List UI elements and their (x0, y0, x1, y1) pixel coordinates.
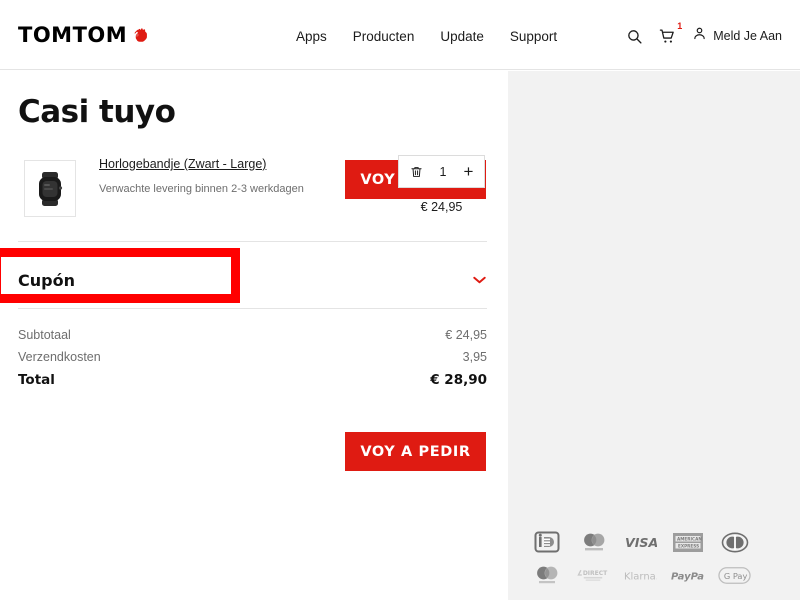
header-actions: 1 Meld Je Aan (626, 21, 782, 46)
svg-text:Klarna.: Klarna. (624, 571, 657, 582)
ideal-icon (530, 531, 563, 553)
coupon-label: Cupón (18, 270, 75, 290)
increase-quantity-button[interactable]: + (460, 163, 478, 180)
nav-item-update[interactable]: Update (440, 29, 484, 44)
payment-methods: VISA AMERICAN EXPRESS DIRECT Klarna. Pay… (530, 531, 760, 597)
cart-icon[interactable]: 1 (659, 21, 682, 45)
order-totals: Subtotaal € 24,95 Verzendkosten 3,95 Tot… (18, 328, 487, 396)
subtotal-label: Subtotaal (18, 328, 71, 342)
quantity-value: 1 (439, 164, 447, 179)
payment-methods-row-2: DIRECT Klarna. PayPal G Pay (530, 564, 760, 586)
visa-icon: VISA (624, 531, 657, 553)
subtotal-value: € 24,95 (445, 328, 487, 342)
maestro-icon (530, 564, 563, 586)
trash-icon[interactable] (406, 165, 427, 179)
product-info: Horlogebandje (Zwart - Large) Verwachte … (99, 157, 304, 197)
svg-text:G Pay: G Pay (724, 570, 748, 580)
quantity-stepper: 1 + (398, 155, 485, 188)
mastercard-icon (577, 531, 610, 553)
cart-line-item: Horlogebandje (Zwart - Large) Verwachte … (18, 155, 487, 242)
divider-below-coupon (18, 308, 487, 309)
main-nav: Apps Producten Update Support (296, 29, 557, 44)
summary-side-panel (508, 71, 800, 600)
svg-text:VISA: VISA (625, 535, 657, 550)
cart-count-badge: 1 (677, 20, 683, 31)
page-title: Casi tuyo (18, 94, 176, 130)
person-icon (692, 26, 707, 46)
search-icon[interactable] (626, 28, 643, 45)
cart-main-column: Casi tuyo VOY A PEDIR Horlogebandje (Zwa… (0, 71, 508, 600)
product-thumbnail[interactable] (24, 160, 76, 217)
product-price: € 24,95 (420, 200, 463, 214)
logo-text: TOMTOM (18, 23, 128, 47)
amex-icon: AMERICAN EXPRESS (671, 531, 704, 553)
nav-item-support[interactable]: Support (510, 29, 557, 44)
payment-methods-row-1: VISA AMERICAN EXPRESS (530, 531, 760, 553)
divider-above-coupon (18, 241, 487, 242)
svg-text:PayPal: PayPal (671, 571, 704, 582)
shipping-value: 3,95 (462, 350, 487, 364)
account-signin-button[interactable]: Meld Je Aan (692, 26, 782, 46)
diners-club-icon (718, 531, 751, 553)
nav-item-apps[interactable]: Apps (296, 29, 327, 44)
product-delivery-text: Verwachte levering binnen 2-3 werkdagen (99, 183, 304, 195)
total-row-subtotal: Subtotaal € 24,95 (18, 328, 487, 342)
checkout-button-bottom[interactable]: VOY A PEDIR (345, 432, 486, 471)
chevron-down-icon[interactable] (472, 275, 487, 285)
site-header: TOMTOM Apps Producten Update Support 1 M… (0, 0, 800, 70)
svg-text:EXPRESS: EXPRESS (678, 543, 699, 548)
grandtotal-value: € 28,90 (430, 372, 487, 388)
page-root: TOMTOM Apps Producten Update Support 1 M… (0, 0, 800, 600)
coupon-section-toggle[interactable]: Cupón (18, 259, 487, 301)
tomtom-hand-icon (129, 26, 150, 45)
sofort-direct-icon: DIRECT (577, 564, 610, 586)
google-pay-icon: G Pay (718, 564, 751, 586)
svg-text:DIRECT: DIRECT (583, 570, 608, 577)
tomtom-logo[interactable]: TOMTOM (18, 25, 150, 46)
total-row-shipping: Verzendkosten 3,95 (18, 350, 487, 364)
nav-item-producten[interactable]: Producten (353, 29, 415, 44)
grandtotal-label: Total (18, 372, 55, 388)
paypal-icon: PayPal (671, 564, 704, 586)
account-label: Meld Je Aan (713, 29, 782, 43)
shipping-label: Verzendkosten (18, 350, 101, 364)
total-row-grandtotal: Total € 28,90 (18, 372, 487, 388)
svg-text:AMERICAN: AMERICAN (677, 536, 702, 541)
klarna-icon: Klarna. (624, 564, 657, 586)
product-name-link[interactable]: Horlogebandje (Zwart - Large) (99, 157, 304, 171)
